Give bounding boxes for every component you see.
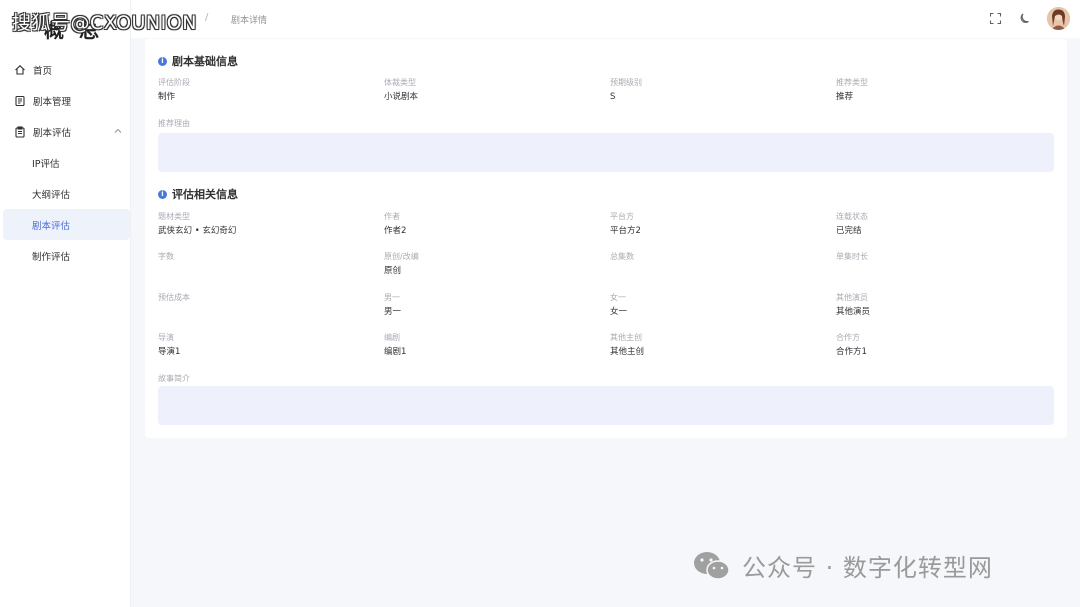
watermark-bottom: 公众号 · 数字化转型网 — [692, 548, 993, 583]
sidebar-item-script-evaluation-sub[interactable]: 剧本评估 — [3, 209, 130, 240]
sidebar-item-outline-evaluation[interactable]: 大纲评估 — [0, 178, 130, 209]
sidebar-item-label: IP评估 — [32, 158, 60, 170]
script-detail-card: i 剧本基础信息 评估阶段 制作 体裁类型 小说剧本 预期级别 S 推荐类型 推… — [145, 39, 1067, 438]
field-expected-level: 预期级别 S — [610, 78, 642, 102]
field-other-actors: 其他演员 其他演员 — [836, 293, 871, 317]
sidebar-item-home[interactable]: 首页 — [0, 54, 130, 85]
sidebar-item-label: 剧本评估 — [32, 220, 71, 232]
field-estimated-cost: 预估成本 — [158, 293, 190, 302]
field-serial-status: 连载状态 已完结 — [836, 212, 868, 236]
moon-icon[interactable] — [1018, 11, 1032, 25]
top-header: / 剧本详情 — [131, 0, 1080, 38]
sidebar-item-label: 制作评估 — [32, 251, 71, 263]
field-word-count: 字数 — [158, 252, 174, 261]
sidebar-item-production-evaluation[interactable]: 制作评估 — [0, 240, 130, 271]
fullscreen-icon[interactable] — [988, 11, 1002, 25]
field-partner: 合作方 合作方1 — [836, 333, 867, 357]
sidebar-item-label: 大纲评估 — [32, 189, 71, 201]
recommend-reason-label: 推荐理由 — [158, 119, 190, 128]
script-icon — [14, 95, 26, 107]
watermark-top: 搜狐号@CXOUNION — [12, 12, 197, 34]
synopsis-label: 故事简介 — [158, 374, 190, 383]
wechat-icon — [694, 551, 730, 580]
clipboard-icon — [14, 125, 26, 138]
field-theme-type: 题材类型 武侠玄幻 • 玄幻奇幻 — [158, 212, 237, 236]
watermark-bottom-text: 公众号 · 数字化转型网 — [742, 554, 993, 582]
info-icon: i — [158, 56, 167, 66]
home-icon — [14, 64, 26, 76]
field-male-lead: 男一 男一 — [384, 293, 402, 317]
chevron-up-icon — [114, 128, 122, 133]
sidebar-item-label: 剧本管理 — [33, 96, 72, 108]
field-platform: 平台方 平台方2 — [610, 212, 641, 236]
sidebar-item-script-evaluation[interactable]: 剧本评估 — [0, 116, 130, 147]
synopsis-box — [158, 386, 1054, 425]
sidebar-item-ip-evaluation[interactable]: IP评估 — [0, 147, 130, 178]
field-recommend-type: 推荐类型 推荐 — [836, 78, 868, 102]
eval-info-title: i 评估相关信息 — [158, 186, 238, 202]
breadcrumb-current: 剧本详情 — [231, 16, 268, 26]
field-genre-type: 体裁类型 小说剧本 — [384, 78, 419, 102]
field-screenwriter: 编剧 编剧1 — [384, 333, 407, 357]
info-icon: i — [158, 189, 167, 199]
field-female-lead: 女一 女一 — [610, 293, 628, 317]
sidebar-item-script-management[interactable]: 剧本管理 — [0, 85, 130, 116]
breadcrumb-separator: / — [205, 12, 209, 23]
field-original-adapted: 原创/改编 原创 — [384, 252, 419, 276]
field-episode-duration: 单集时长 — [836, 252, 868, 261]
avatar[interactable] — [1047, 7, 1070, 30]
field-other-creators: 其他主创 其他主创 — [610, 333, 645, 357]
field-episode-count: 总集数 — [610, 252, 634, 261]
sidebar: 概 总 首页 剧本管理 剧本评估 IP评估 大纲评估 剧本评估 制作评估 — [0, 0, 131, 607]
sidebar-item-label: 剧本评估 — [33, 127, 72, 139]
sidebar-item-label: 首页 — [33, 65, 53, 77]
field-author: 作者 作者2 — [384, 212, 407, 236]
field-eval-stage: 评估阶段 制作 — [158, 78, 190, 102]
sidebar-nav: 首页 剧本管理 剧本评估 IP评估 大纲评估 剧本评估 制作评估 — [0, 54, 130, 271]
field-director: 导演 导演1 — [158, 333, 181, 357]
basic-info-title: i 剧本基础信息 — [158, 53, 238, 69]
recommend-reason-box — [158, 133, 1054, 172]
